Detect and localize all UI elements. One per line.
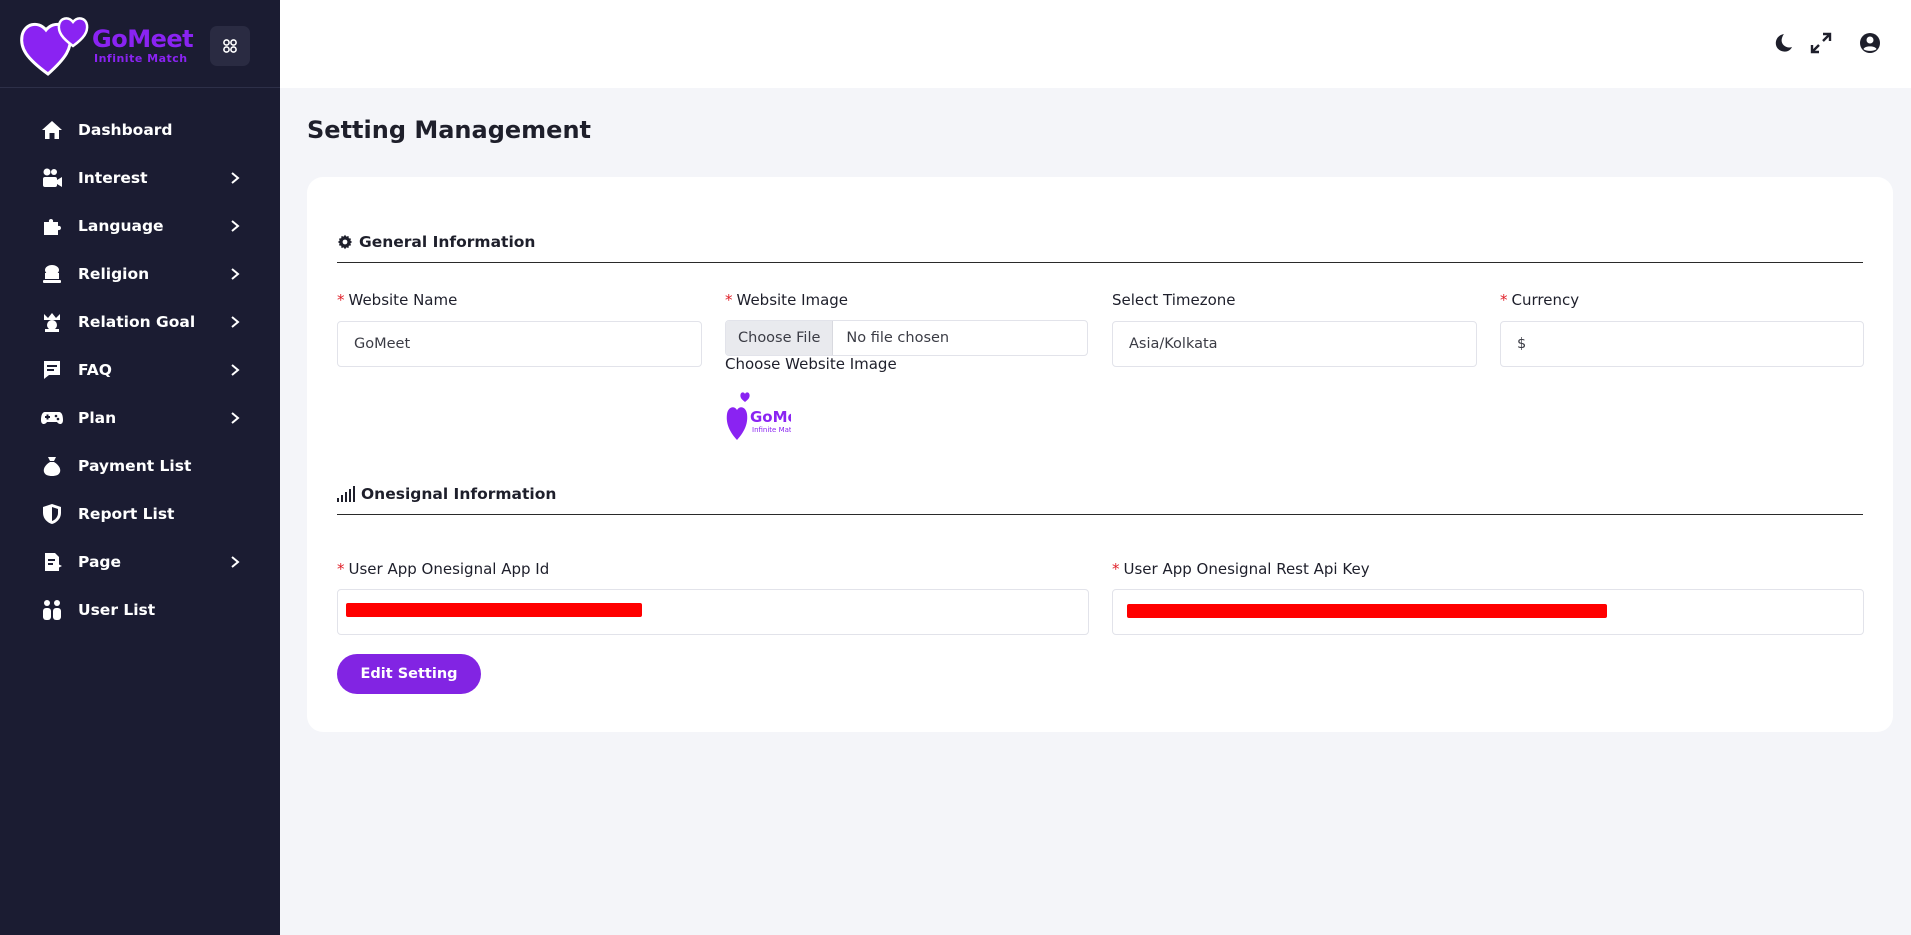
onesignal-rest-key-input[interactable] — [1112, 589, 1864, 635]
crown-icon — [40, 310, 64, 334]
gamepad-icon — [40, 406, 64, 430]
brand-tagline: Infinite Match — [94, 52, 188, 65]
sidebar-item-report-list[interactable]: Report List — [0, 490, 280, 538]
sidebar-item-interest[interactable]: Interest — [0, 154, 280, 202]
home-icon — [40, 118, 64, 142]
svg-text:GoMeet: GoMeet — [750, 408, 791, 426]
chevron-right-icon — [231, 220, 240, 232]
onesignal-rest-key-label: * User App Onesignal Rest Api Key — [1112, 560, 1370, 578]
sidebar-item-user-list[interactable]: User List — [0, 586, 280, 634]
sidebar-nav: Dashboard Interest Language Religion Rel… — [0, 106, 280, 634]
sidebar-item-label: Plan — [78, 409, 117, 427]
website-image-preview: GoMeet Infinite Match — [725, 388, 815, 444]
sidebar-item-label: Dashboard — [78, 121, 173, 139]
file-status-text: No file chosen — [846, 330, 950, 346]
timezone-select[interactable] — [1112, 321, 1477, 367]
faq-icon — [40, 358, 64, 382]
gear-icon — [337, 234, 353, 249]
svg-text:Infinite Match: Infinite Match — [752, 426, 791, 434]
edit-setting-button[interactable]: Edit Setting — [337, 654, 481, 694]
gomeet-logo-preview-icon: GoMeet Infinite Match — [726, 392, 815, 440]
sidebar-item-label: Interest — [78, 169, 148, 187]
timezone-label: Select Timezone — [1112, 291, 1236, 309]
website-name-label: * Website Name — [337, 291, 458, 309]
chevron-right-icon — [231, 556, 240, 568]
sidebar-item-faq[interactable]: FAQ — [0, 346, 280, 394]
gomeet-logo[interactable] — [18, 10, 90, 78]
puzzle-icon — [40, 214, 64, 238]
topbar — [280, 0, 1911, 88]
settings-card: General Information *Website Name *Websi… — [307, 177, 1893, 732]
interest-icon — [40, 166, 64, 190]
website-image-hint: Choose Website Image — [725, 355, 897, 373]
redacted-value — [1127, 604, 1607, 618]
general-section-title: General Information — [359, 232, 536, 251]
chevron-right-icon — [231, 364, 240, 376]
sidebar-item-plan[interactable]: Plan — [0, 394, 280, 442]
website-image-label: * Website Image — [725, 291, 849, 309]
chevron-right-icon — [231, 412, 240, 424]
brand-name: GoMeet — [92, 25, 194, 53]
currency-input[interactable] — [1500, 321, 1864, 367]
sidebar-item-label: Religion — [78, 265, 150, 283]
onesignal-section-title: Onesignal Information — [361, 484, 557, 503]
grid-icon — [223, 39, 237, 53]
sidebar-item-label: Payment List — [78, 457, 192, 475]
page-icon — [40, 550, 64, 574]
money-bag-icon — [40, 454, 64, 478]
users-icon — [40, 598, 64, 622]
chevron-right-icon — [231, 316, 240, 328]
dark-mode-toggle[interactable] — [1769, 30, 1795, 56]
religion-icon — [40, 262, 64, 286]
profile-button[interactable] — [1857, 30, 1883, 56]
choose-file-button[interactable]: Choose File — [726, 321, 834, 355]
sidebar-item-label: Report List — [78, 505, 175, 523]
signal-bars-icon — [337, 485, 355, 502]
currency-label: * Currency — [1500, 291, 1580, 309]
shield-icon — [40, 502, 64, 526]
heart-logo-icon — [20, 16, 89, 76]
fullscreen-icon — [1810, 32, 1832, 54]
sidebar-item-label: FAQ — [78, 361, 112, 379]
page-title: Setting Management — [307, 116, 592, 144]
sidebar-item-page[interactable]: Page — [0, 538, 280, 586]
sidebar-item-language[interactable]: Language — [0, 202, 280, 250]
website-image-file-input[interactable]: Choose File No file chosen — [725, 320, 1088, 356]
onesignal-section-header: Onesignal Information — [337, 473, 1863, 515]
sidebar-item-relation-goal[interactable]: Relation Goal — [0, 298, 280, 346]
sidebar: GoMeet Infinite Match Dashboard Interest — [0, 0, 280, 935]
moon-icon — [1775, 34, 1792, 52]
onesignal-app-id-label: * User App Onesignal App Id — [337, 560, 550, 578]
sidebar-item-payment-list[interactable]: Payment List — [0, 442, 280, 490]
fullscreen-button[interactable] — [1808, 30, 1834, 56]
sidebar-item-label: Language — [78, 217, 164, 235]
chevron-right-icon — [231, 172, 240, 184]
onesignal-app-id-input[interactable] — [337, 589, 1089, 635]
sidebar-item-dashboard[interactable]: Dashboard — [0, 106, 280, 154]
sidebar-item-religion[interactable]: Religion — [0, 250, 280, 298]
sidebar-item-label: Page — [78, 553, 122, 571]
redacted-value — [346, 603, 642, 617]
chevron-right-icon — [231, 268, 240, 280]
apps-grid-button[interactable] — [210, 26, 250, 66]
general-section-header: General Information — [337, 221, 1863, 263]
sidebar-item-label: Relation Goal — [78, 313, 196, 331]
user-circle-icon — [1860, 33, 1880, 53]
brand: GoMeet Infinite Match — [0, 0, 280, 88]
website-name-input[interactable] — [337, 321, 702, 367]
sidebar-item-label: User List — [78, 601, 156, 619]
